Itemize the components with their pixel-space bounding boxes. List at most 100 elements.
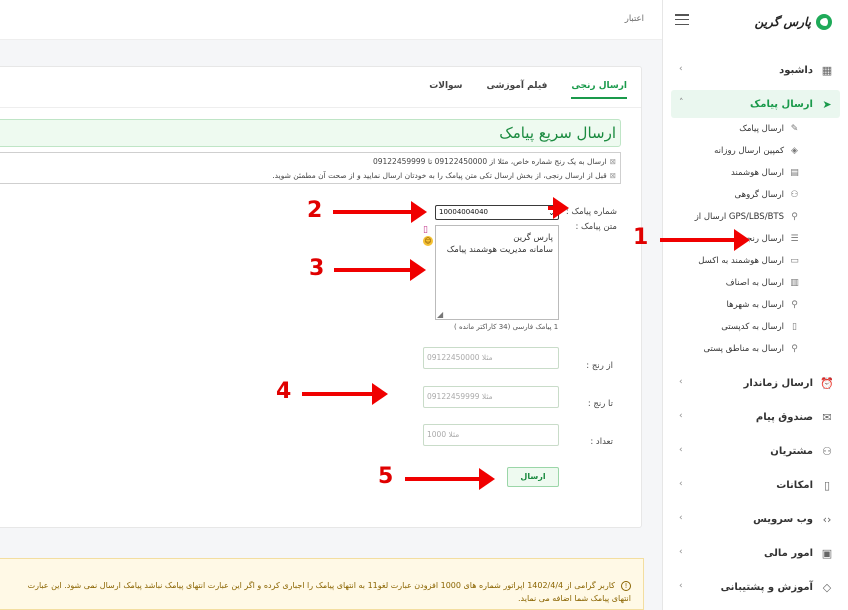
tab-bar: ارسال رنجی فیلم آموزشی سوالات (429, 81, 627, 99)
sender-number-select[interactable]: 10004004040 ⌄ (435, 197, 569, 220)
sidebar-item-label: ارسال پیامک (750, 98, 813, 110)
range-list-icon: ☰ (790, 234, 799, 244)
sidebar-menu: ‹ داشبود ▦ ˄ ارسال پیامک ➤ ارسال پیامک ✎ … (671, 56, 840, 604)
sub-item-daily-campaign[interactable]: کمپین ارسال روزانه ◈ (671, 140, 800, 162)
sidebar-item-label: داشبود (779, 64, 813, 76)
to-range-input[interactable]: مثلا 09122459999 (423, 386, 559, 408)
sidebar-item-support[interactable]: ‹ آموزش و پشتیبانی ◇ (671, 570, 840, 604)
divider (0, 107, 641, 108)
sub-item-excel-send[interactable]: ارسال هوشمند به اکسل ▭ (671, 250, 800, 272)
alarm-icon: ⏰ (820, 376, 834, 390)
person-icon: ⚲ (791, 212, 798, 222)
phone-preview-icon[interactable]: ▯ (423, 225, 435, 235)
annotation-arrow (302, 383, 388, 405)
annotation-arrow (660, 229, 750, 251)
sidebar-item-webservice[interactable]: ‹ وب سرویس ‹› (671, 502, 840, 536)
tab-range-send[interactable]: ارسال رنجی (571, 81, 627, 99)
count-input[interactable]: مثلا 1000 (423, 424, 559, 446)
person-icon: ⚲ (791, 344, 798, 354)
hamburger-menu-icon[interactable] (675, 14, 689, 25)
sidebar-item-customers[interactable]: ‹ مشتریان ⚇ (671, 434, 840, 468)
sidebar-item-scheduled[interactable]: ‹ ارسال زماندار ⏰ (671, 366, 840, 400)
edit-icon: ✎ (790, 124, 799, 134)
from-range-input[interactable]: مثلا 09122450000 (423, 347, 559, 369)
annotation-number: 2 (307, 198, 323, 223)
dashboard-icon: ▦ (821, 63, 833, 77)
top-bar: اعتبار (0, 0, 662, 40)
folder-icon: ▭ (790, 256, 799, 266)
sidebar-item-dashboard[interactable]: ‹ داشبود ▦ (671, 56, 840, 84)
sidebar-item-finance[interactable]: ‹ امور مالی ▣ (671, 536, 840, 570)
annotation-arrow (333, 201, 427, 223)
tab-tutorial-video[interactable]: فیلم آموزشی (487, 81, 548, 99)
info-line: ⊠قبل از ارسال رنجی، از بخش ارسال تکی متن… (272, 171, 616, 180)
sub-item-guilds-send[interactable]: ارسال به اصناف ▥ (671, 272, 800, 294)
wallet-icon: ▣ (821, 546, 833, 560)
tab-faq[interactable]: سوالات (429, 81, 462, 99)
chevron-left-icon: ‹ (679, 377, 683, 387)
sender-label: شماره پیامک : (565, 207, 617, 217)
chevron-left-icon: ‹ (679, 445, 683, 455)
users-icon: ⚇ (822, 444, 832, 458)
breadcrumb[interactable]: اعتبار (625, 14, 644, 24)
warning-banner: !کاربر گرامی از 1402/4/4 اپراتور شماره ه… (0, 558, 644, 610)
annotation-number: 4 (276, 379, 292, 404)
annotation-number: 3 (309, 256, 325, 281)
close-icon: ⊠ (609, 157, 616, 166)
annotation-number: 5 (378, 464, 394, 489)
main-card: ارسال رنجی فیلم آموزشی سوالات ارسال سریع… (0, 66, 642, 528)
list-icon: ▤ (790, 168, 799, 178)
close-icon: ⊠ (609, 171, 616, 180)
logo[interactable]: پارس گرین (755, 11, 832, 33)
message-textarea[interactable]: پارس گرین سامانه مدیریت هوشمند پیامک (435, 225, 559, 320)
annotation-arrow (334, 259, 426, 281)
chevron-left-icon: ‹ (679, 411, 683, 421)
sub-item-smart-send[interactable]: ارسال هوشمند ▤ (671, 162, 800, 184)
sub-item-postal-areas-send[interactable]: ارسال به مناطق پستی ⚲ (671, 338, 800, 360)
chevron-left-icon: ‹ (679, 479, 683, 489)
textarea-tools: ▯ ☺ (423, 225, 435, 246)
tablet-icon: ▯ (823, 478, 831, 492)
sidebar-item-inbox[interactable]: ‹ صندوق پیام ✉ (671, 400, 840, 434)
annotation-number: 1 (633, 225, 649, 250)
send-button[interactable]: ارسال (507, 467, 559, 487)
sub-item-send-sms[interactable]: ارسال پیامک ✎ (671, 118, 800, 140)
chevron-left-icon: ‹ (679, 581, 683, 591)
page-title: ارسال سریع پیامک (0, 119, 621, 147)
annotation-arrow (405, 468, 495, 490)
chevron-left-icon: ‹ (679, 547, 683, 557)
building-icon: ▥ (790, 278, 799, 288)
sub-item-postcode-send[interactable]: ارسال به کدپستی ▯ (671, 316, 800, 338)
layers-icon: ◈ (791, 146, 798, 156)
sidebar-item-features[interactable]: ‹ امکانات ▯ (671, 468, 840, 502)
logo-mark-icon (816, 14, 832, 30)
info-line: ⊠ارسال به یک رنج شماره خاص، مثلا از 0912… (372, 157, 616, 166)
warning-text: کاربر گرامی از 1402/4/4 اپراتور شماره ها… (27, 581, 631, 603)
from-range-label: از رنج : (586, 361, 613, 371)
chevron-left-icon: ‹ (679, 64, 683, 74)
map-icon: ▯ (792, 322, 797, 332)
resize-handle-icon[interactable]: ◢ (437, 310, 443, 319)
message-text-label: متن پیامک : (575, 222, 617, 232)
chevron-down-icon: ⌄ (548, 197, 569, 219)
puzzle-icon: ◇ (822, 580, 832, 594)
sub-item-group-send[interactable]: ارسال گروهی ⚇ (671, 184, 800, 206)
sidebar: پارس گرین ‹ داشبود ▦ ˄ ارسال پیامک ➤ ارس… (662, 0, 848, 610)
info-circle-icon: ! (621, 581, 631, 591)
count-label: تعداد : (590, 437, 613, 447)
sub-item-cities-send[interactable]: ارسال به شهرها ⚲ (671, 294, 800, 316)
logo-text: پارس گرین (754, 15, 811, 29)
to-range-label: تا رنج : (587, 399, 613, 409)
character-counter: 1 پیامک فارسی (34 کاراکتر مانده ) (454, 323, 559, 331)
sub-item-gps-send[interactable]: ارسال از GPS/LBS/BTS ⚲ (671, 206, 800, 228)
code-icon: ‹› (822, 512, 832, 526)
person-icon: ⚲ (791, 300, 798, 310)
group-icon: ⚇ (790, 190, 799, 200)
emoji-icon[interactable]: ☺ (423, 236, 433, 246)
mail-icon: ✉ (822, 410, 832, 424)
send-icon: ➤ (822, 97, 832, 111)
chevron-left-icon: ‹ (679, 513, 683, 523)
info-box: ⊠ارسال به یک رنج شماره خاص، مثلا از 0912… (0, 152, 621, 184)
sidebar-item-send-sms[interactable]: ˄ ارسال پیامک ➤ (671, 90, 840, 118)
chevron-up-icon: ˄ (679, 98, 684, 108)
